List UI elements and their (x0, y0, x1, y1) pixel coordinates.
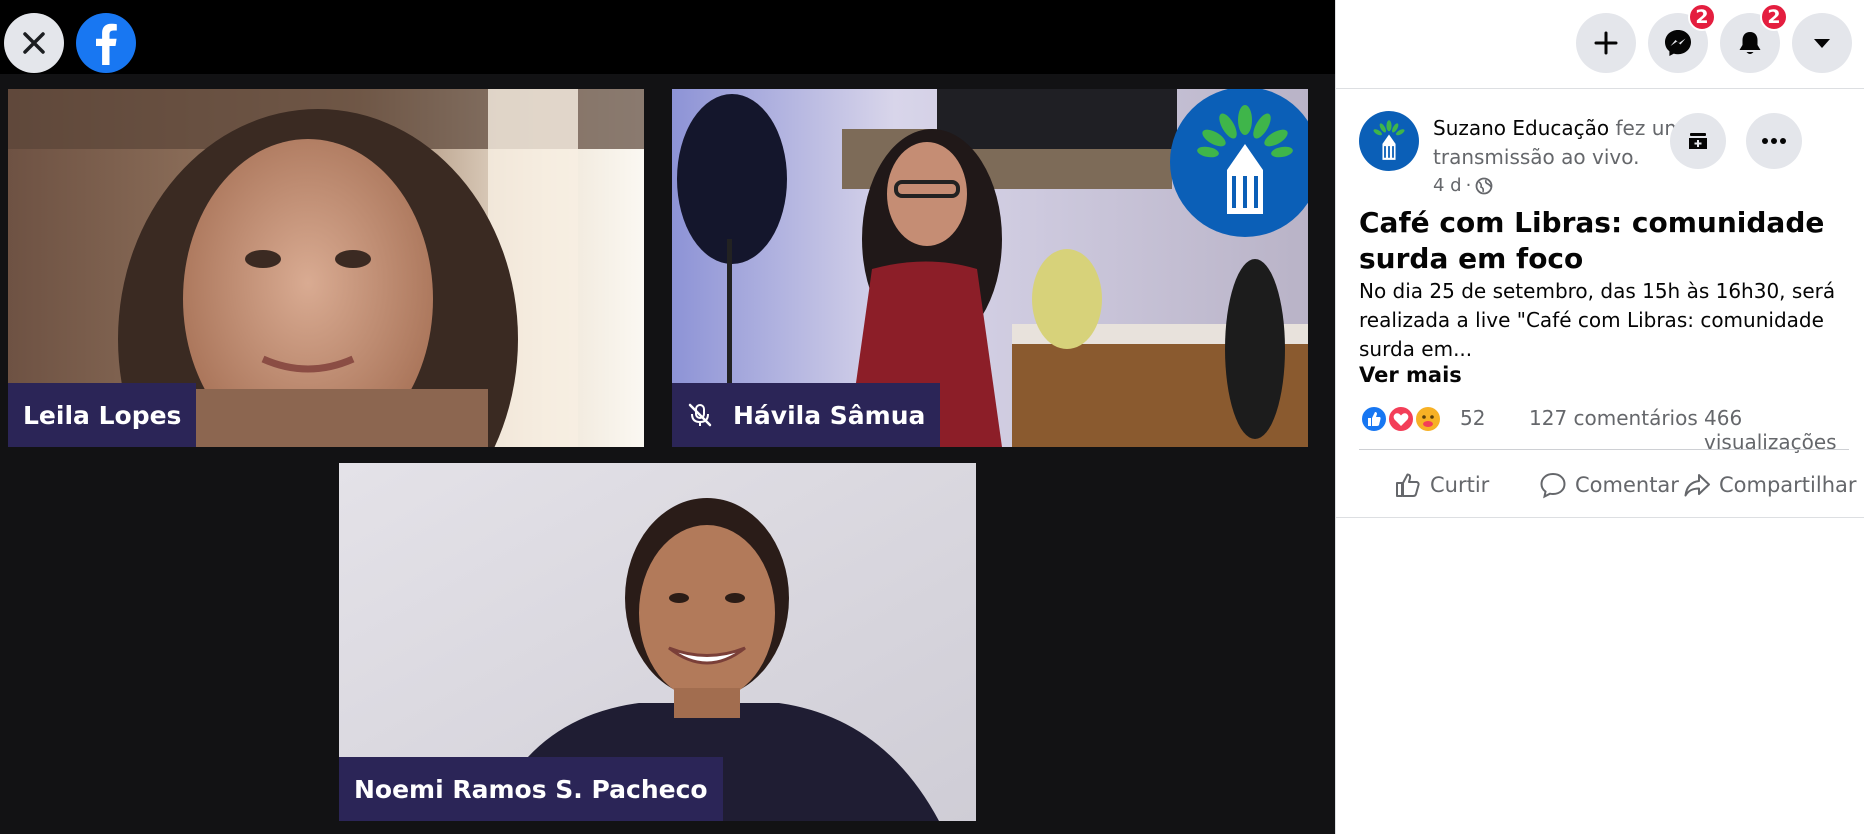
like-label: Curtir (1430, 473, 1490, 497)
account-menu-button[interactable] (1792, 13, 1852, 73)
post-meta: 4 d · (1433, 175, 1493, 196)
messenger-icon (1665, 30, 1691, 56)
close-button[interactable] (4, 13, 64, 73)
comment-button[interactable]: Comentar (1539, 460, 1679, 510)
messenger-button[interactable]: 2 (1648, 3, 1716, 73)
reactions-icon[interactable] (1359, 404, 1449, 434)
save-post-button[interactable] (1670, 113, 1726, 169)
participant-name: Leila Lopes (23, 400, 182, 430)
meta-separator: · (1465, 175, 1472, 196)
globe-icon (1475, 177, 1493, 194)
participant-name-tag: Hávila Sâmua (672, 383, 941, 447)
see-more-link[interactable]: Ver mais (1359, 363, 1462, 387)
post-author-link[interactable]: Suzano Educação (1433, 116, 1609, 140)
post-title: Café com Libras: comunidade surda em foc… (1359, 206, 1825, 275)
more-options-button[interactable] (1746, 113, 1802, 169)
live-video-stage: Leila Lopes Hávila Sâmua Noemi Ramos S. … (0, 0, 1335, 834)
comments-count[interactable]: 127 comentários (1529, 406, 1698, 430)
bell-icon (1739, 32, 1761, 54)
participant-name: Noemi Ramos S. Pacheco (354, 774, 708, 804)
suzano-logo-icon (1197, 105, 1293, 214)
facebook-logo-icon[interactable] (76, 13, 136, 73)
reaction-count[interactable]: 52 (1460, 406, 1485, 430)
post-description: No dia 25 de setembro, das 15h às 16h30,… (1359, 279, 1836, 361)
more-dots-icon (1762, 138, 1786, 144)
caret-down-icon (1814, 39, 1830, 48)
create-button[interactable] (1576, 13, 1636, 73)
stats-divider (1359, 449, 1849, 450)
microphone-muted-icon (688, 403, 712, 427)
views-count: 466 visualizações (1704, 406, 1837, 454)
top-navigation-bar: 2 2 (1336, 0, 1864, 89)
close-icon (23, 32, 45, 54)
share-icon (1684, 474, 1710, 497)
post-actions: Curtir Comentar Compartilhar (1336, 460, 1864, 510)
post-stats: 52 127 comentários 466 visualizações (1359, 402, 1849, 454)
archive-icon (1689, 133, 1707, 149)
brand-logo-badge (1170, 89, 1308, 237)
video-grid: Leila Lopes Hávila Sâmua Noemi Ramos S. … (0, 74, 1335, 834)
notifications-badge: 2 (1760, 3, 1788, 31)
like-button[interactable]: Curtir (1394, 460, 1489, 510)
page-avatar[interactable] (1359, 111, 1419, 171)
participant-name-tag: Noemi Ramos S. Pacheco (339, 757, 723, 821)
share-label: Compartilhar (1719, 473, 1857, 497)
participant-tile-leila[interactable]: Leila Lopes (8, 89, 644, 447)
plus-icon (1594, 31, 1618, 55)
post-side-panel: 2 2 Suzano Educação fez uma transmissão … (1335, 0, 1864, 834)
share-button[interactable]: Compartilhar (1683, 460, 1857, 510)
suzano-logo-icon (1373, 120, 1405, 160)
participant-name-tag: Leila Lopes (8, 383, 197, 447)
messenger-badge: 2 (1688, 3, 1716, 31)
stage-top-bar (0, 0, 1335, 74)
participant-name: Hávila Sâmua (733, 400, 926, 430)
comment-label: Comentar (1575, 473, 1679, 497)
notifications-button[interactable]: 2 (1720, 3, 1788, 73)
post-timestamp[interactable]: 4 d (1433, 175, 1462, 196)
participant-tile-noemi[interactable]: Noemi Ramos S. Pacheco (339, 463, 976, 821)
post-bottom-divider (1336, 517, 1864, 518)
thumbs-up-icon (1396, 473, 1420, 497)
participant-tile-havila[interactable]: Hávila Sâmua (672, 89, 1308, 447)
comment-icon (1540, 472, 1566, 499)
